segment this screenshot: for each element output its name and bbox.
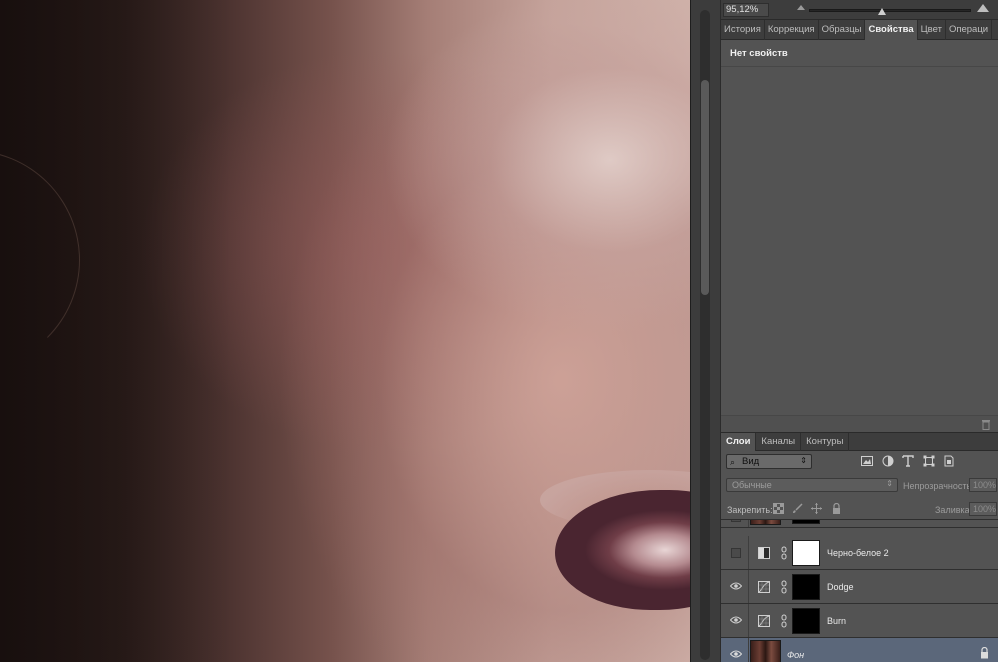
layer-filter-row: ⌕ Вид ⇕ [721, 451, 998, 473]
layer-name: Burn [827, 616, 847, 626]
layer-row[interactable]: Черно-белое 2 [721, 536, 998, 570]
layers-tab-bar: Слои Каналы Контуры [721, 433, 998, 451]
visibility-column [721, 638, 749, 662]
layer-filter-label: Вид [742, 456, 760, 467]
fill-label: Заливка: [935, 505, 973, 515]
zoom-field[interactable]: 95,12% [723, 3, 769, 17]
properties-header: Нет свойств [721, 40, 998, 67]
lock-icon [981, 647, 988, 659]
black-white-adjustment-icon [758, 547, 770, 559]
layer-mask-thumbnail[interactable] [792, 540, 820, 566]
layer-name: Фон [787, 650, 805, 660]
right-panel-dock: 95,12% История Коррекция Образцы Свойства Цв… [720, 0, 998, 662]
visibility-column [721, 520, 749, 527]
link-icon[interactable] [781, 546, 787, 560]
tab-properties-0[interactable]: История [721, 20, 765, 40]
blend-mode-select[interactable]: Обычные ⇕ [726, 478, 898, 492]
curves-adjustment-icon [758, 615, 770, 627]
layer-row-selected[interactable]: Фон [721, 638, 998, 662]
tab-properties-4[interactable]: Цвет [918, 20, 946, 40]
document-canvas[interactable] [0, 0, 690, 662]
eye-icon[interactable] [730, 616, 742, 624]
tab-properties-2[interactable]: Образцы [819, 20, 866, 40]
trash-icon[interactable] [981, 419, 991, 430]
visibility-toggle[interactable] [731, 520, 741, 522]
navigator-bar: 95,12% [721, 0, 998, 20]
no-properties-text: Нет свойств [730, 48, 788, 59]
lock-row: Закрепить: Заливка: 100% [721, 498, 998, 520]
zoom-slider-track[interactable] [809, 9, 971, 12]
opacity-label: Непрозрачность: [903, 481, 974, 491]
visibility-column [721, 604, 749, 637]
layer-mask-thumbnail[interactable] [792, 608, 820, 634]
layer-mask-thumbnail [792, 520, 820, 524]
zoom-out-icon[interactable] [797, 5, 805, 11]
layer-row[interactable]: Dodge [721, 570, 998, 604]
layer-row-partial[interactable] [721, 520, 998, 528]
link-icon[interactable] [781, 614, 787, 628]
panel-dock-scrollbar[interactable] [690, 0, 720, 662]
opacity-field[interactable]: 100% [969, 478, 997, 492]
curves-adjustment-icon [758, 581, 770, 593]
blend-mode-value: Обычные [732, 480, 772, 490]
layer-name: Черно-белое 2 [827, 548, 889, 558]
smart-object-filter-icon[interactable] [943, 455, 955, 467]
layer-filter-select[interactable]: ⌕ Вид ⇕ [726, 454, 812, 469]
lock-transparency-icon[interactable] [773, 503, 784, 514]
zoom-in-icon[interactable] [977, 4, 989, 13]
fill-field[interactable]: 100% [969, 502, 997, 516]
pixel-layer-filter-icon[interactable] [861, 455, 873, 467]
tab-layers-2[interactable]: Контуры [801, 433, 850, 451]
chevron-updown-icon: ⇕ [886, 479, 893, 488]
layer-mask-thumbnail[interactable] [792, 574, 820, 600]
visibility-column [721, 570, 749, 603]
eye-icon[interactable] [730, 582, 742, 590]
shape-layer-filter-icon[interactable] [923, 455, 935, 467]
layer-thumbnail [750, 640, 781, 662]
tab-properties-1[interactable]: Коррекция [765, 20, 819, 40]
lock-label: Закрепить: [727, 505, 773, 515]
tab-properties-5[interactable]: Операци [946, 20, 993, 40]
scroll-thumb[interactable] [701, 80, 709, 295]
lock-move-icon[interactable] [811, 503, 822, 514]
zoom-slider-thumb[interactable] [877, 8, 886, 15]
layer-thumbnail [750, 520, 781, 525]
tab-properties-3[interactable]: Свойства [865, 20, 918, 40]
layer-row[interactable]: Burn [721, 604, 998, 638]
blend-row: Обычные ⇕ Непрозрачность: 100% [721, 475, 998, 495]
type-layer-filter-icon[interactable] [902, 455, 914, 467]
lock-all-icon[interactable] [831, 503, 842, 514]
tab-layers-1[interactable]: Каналы [756, 433, 802, 451]
search-icon: ⌕ [730, 457, 736, 467]
properties-tab-bar: История Коррекция Образцы Свойства Цвет Опера… [721, 20, 998, 40]
visibility-toggle[interactable] [731, 548, 741, 558]
adjustment-layer-filter-icon[interactable] [882, 455, 894, 467]
layer-name: Dodge [827, 582, 854, 592]
properties-footer [721, 415, 998, 432]
link-icon[interactable] [781, 580, 787, 594]
tab-layers-0[interactable]: Слои [721, 433, 757, 451]
visibility-column [721, 536, 749, 569]
layers-list: Черно-белое 2 Dodge Burn Фон [721, 520, 998, 662]
lock-brush-icon[interactable] [792, 503, 803, 514]
chevron-updown-icon: ⇕ [800, 456, 807, 465]
eye-icon[interactable] [730, 650, 742, 658]
